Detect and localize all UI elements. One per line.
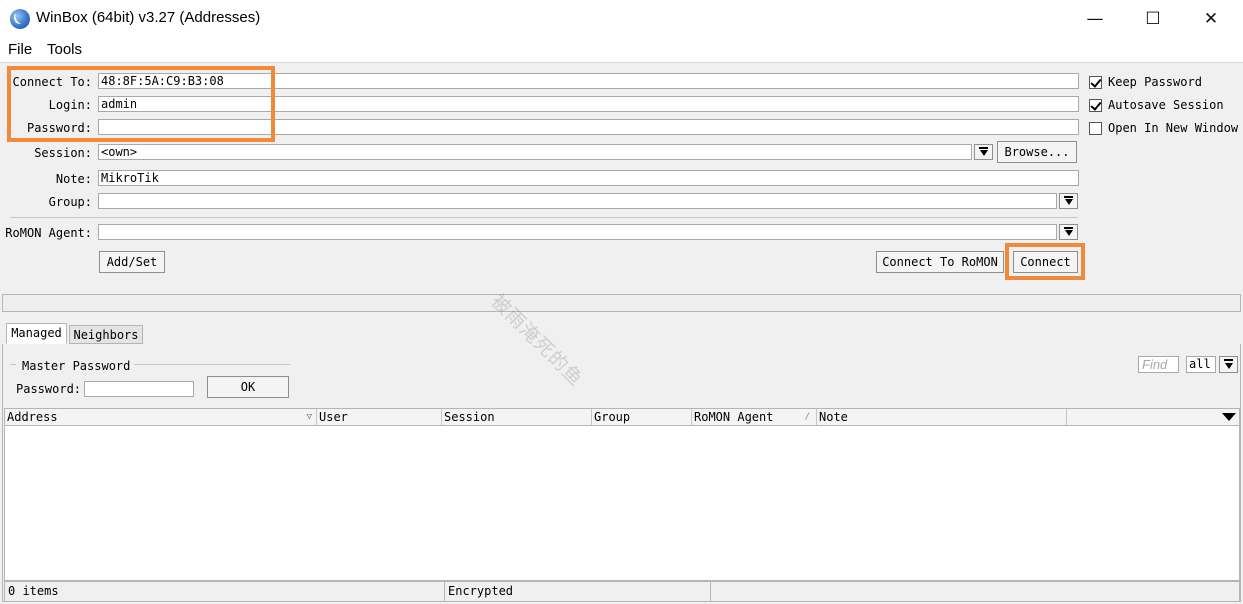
group-box-line <box>134 364 290 365</box>
addresses-table-body[interactable] <box>4 426 1240 581</box>
browse-button[interactable]: Browse... <box>997 141 1077 163</box>
group-select[interactable] <box>98 193 1057 209</box>
column-romon-agent-label: RoMON Agent <box>694 410 774 424</box>
romon-agent-label: RoMON Agent: <box>5 226 92 240</box>
open-new-window-checkbox[interactable] <box>1089 121 1102 135</box>
dropdown-bar-icon <box>979 147 988 149</box>
session-select[interactable]: <own> <box>98 144 972 160</box>
column-resize-icon: / <box>804 412 810 422</box>
open-new-window-option[interactable]: Open In New Window <box>1089 120 1238 136</box>
tab-neighbors[interactable]: Neighbors <box>69 325 143 344</box>
dropdown-bar-icon <box>1064 196 1073 198</box>
master-password-group-label: Master Password <box>22 359 131 373</box>
column-session[interactable]: Session <box>442 409 592 425</box>
master-password-input[interactable] <box>84 381 194 397</box>
items-count: 0 items <box>5 582 445 601</box>
title-bar: WinBox (64bit) v3.27 (Addresses) — ☐ ✕ <box>0 0 1243 38</box>
chevron-down-icon <box>1064 230 1073 236</box>
menu-tools[interactable]: Tools <box>47 41 82 58</box>
status-message-strip <box>2 294 1241 312</box>
keep-password-label: Keep Password <box>1108 75 1202 89</box>
chevron-down-icon <box>979 150 988 156</box>
note-label: Note: <box>55 172 92 186</box>
group-dropdown-button[interactable] <box>1059 193 1078 209</box>
sort-indicator-icon: ▽ <box>306 412 312 422</box>
column-user[interactable]: User <box>317 409 442 425</box>
romon-agent-dropdown-button[interactable] <box>1059 224 1078 240</box>
minimize-button[interactable]: — <box>1066 0 1124 38</box>
close-icon: ✕ <box>1203 9 1219 29</box>
session-label: Session: <box>34 146 92 160</box>
add-set-button[interactable]: Add/Set <box>99 251 165 273</box>
chevron-down-icon <box>1064 199 1073 205</box>
autosave-session-label: Autosave Session <box>1108 98 1224 112</box>
winbox-app-icon <box>10 9 30 29</box>
menu-file[interactable]: File <box>8 41 32 58</box>
group-label: Group: <box>48 195 92 209</box>
status-bar: 0 items Encrypted <box>4 581 1240 602</box>
column-address[interactable]: Address ▽ <box>5 409 317 425</box>
keep-password-option[interactable]: Keep Password <box>1089 74 1202 90</box>
menu-bar: File Tools <box>0 38 1243 63</box>
maximize-button[interactable]: ☐ <box>1124 0 1182 38</box>
columns-menu-icon[interactable] <box>1222 413 1236 421</box>
filter-scope-dropdown-button[interactable] <box>1219 356 1238 373</box>
minimize-icon: — <box>1086 9 1104 29</box>
connect-highlight-box <box>1005 243 1085 280</box>
autosave-session-checkbox[interactable] <box>1089 98 1102 112</box>
close-button[interactable]: ✕ <box>1182 0 1240 38</box>
keep-password-checkbox[interactable] <box>1089 75 1102 89</box>
chevron-down-icon <box>1224 362 1233 369</box>
maximize-icon: ☐ <box>1145 9 1161 29</box>
credentials-highlight-box <box>7 66 275 142</box>
addresses-table-header: Address ▽ User Session Group RoMON Agent… <box>4 408 1240 426</box>
connect-to-romon-button[interactable]: Connect To RoMON <box>876 251 1004 273</box>
master-password-label: Password: <box>16 382 82 396</box>
dropdown-bar-icon <box>1064 227 1073 229</box>
dropdown-bar-icon <box>1224 359 1233 361</box>
note-input[interactable]: MikroTik <box>98 170 1079 186</box>
open-new-window-label: Open In New Window <box>1108 121 1239 135</box>
window-title: WinBox (64bit) v3.27 (Addresses) <box>36 9 261 26</box>
form-separator <box>10 217 1078 218</box>
group-box-line <box>10 364 16 365</box>
master-password-ok-button[interactable]: OK <box>207 376 289 398</box>
column-group[interactable]: Group <box>592 409 692 425</box>
session-dropdown-button[interactable] <box>974 144 993 160</box>
tab-managed[interactable]: Managed <box>6 323 67 344</box>
column-romon-agent[interactable]: RoMON Agent / <box>692 409 817 425</box>
find-input[interactable]: Find <box>1138 356 1179 373</box>
column-address-label: Address <box>7 410 58 424</box>
autosave-session-option[interactable]: Autosave Session <box>1089 97 1224 113</box>
filter-scope-select[interactable]: all <box>1186 356 1216 373</box>
encryption-status: Encrypted <box>445 582 711 601</box>
romon-agent-select[interactable] <box>98 224 1057 240</box>
column-note[interactable]: Note <box>817 409 1067 425</box>
